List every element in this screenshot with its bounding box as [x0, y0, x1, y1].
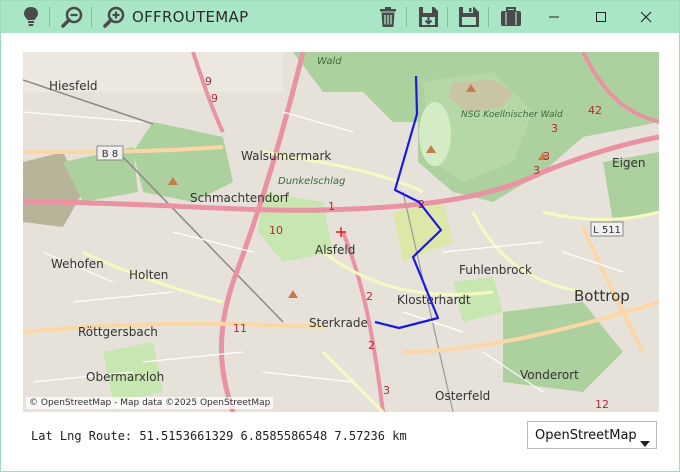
- minimize-button[interactable]: [531, 1, 577, 33]
- place-label: NSG Koellnischer Wald: [461, 110, 563, 120]
- place-label: Sterkrade: [309, 316, 368, 330]
- road-number: 3: [533, 164, 540, 177]
- chevron-down-icon: [640, 432, 650, 451]
- road-label: L 511: [593, 225, 621, 236]
- road-number: 2: [366, 290, 373, 303]
- place-label: Schmachtendorf: [190, 191, 290, 205]
- road-shield: L 511: [590, 221, 624, 237]
- toolbar-separator: [91, 7, 92, 27]
- zoom-out-icon[interactable]: [60, 5, 84, 29]
- place-label: Röttgersbach: [78, 325, 158, 339]
- maximize-button[interactable]: [578, 1, 624, 33]
- place-label: Vonderort: [520, 368, 579, 382]
- briefcase-icon[interactable]: [499, 5, 523, 29]
- place-label: Walsumermark: [241, 149, 331, 163]
- place-label: Wehofen: [51, 257, 104, 271]
- road-number: 3: [551, 122, 558, 135]
- road-number: 1: [328, 200, 335, 213]
- save-download-icon[interactable]: [417, 5, 441, 29]
- map-attribution[interactable]: © OpenStreetMap - Map data ©2025 OpenStr…: [26, 397, 274, 409]
- trash-icon[interactable]: [376, 5, 400, 29]
- road-number: 10: [269, 224, 283, 237]
- place-label: Dunkelschlag: [278, 176, 345, 187]
- road-number: 3: [543, 150, 550, 163]
- title-bar: OFFROUTEMAP: [1, 1, 679, 33]
- road-number: 9: [205, 75, 212, 88]
- road-label: B 8: [102, 149, 118, 160]
- road-number: 2: [368, 339, 375, 352]
- place-label: Obermarxloh: [86, 370, 164, 384]
- save-icon[interactable]: [457, 5, 481, 29]
- close-button[interactable]: [623, 1, 669, 33]
- zoom-in-icon[interactable]: [102, 5, 126, 29]
- toolbar-separator: [49, 7, 50, 27]
- place-label: Klosterhardt: [397, 293, 471, 307]
- toolbar-separator: [447, 7, 448, 27]
- road-number: 9: [211, 92, 218, 105]
- app-title: OFFROUTEMAP: [132, 8, 249, 26]
- road-number: 3: [383, 384, 390, 397]
- road-number: 11: [233, 322, 247, 335]
- tile-source-select[interactable]: OpenStreetMap: [527, 421, 657, 449]
- place-label: Bottrop: [574, 287, 630, 305]
- place-label: Hiesfeld: [49, 79, 98, 93]
- map-tiles: B 8 L 511 9 9 10 11 42 2 2 2 3 3 3 3 1 1…: [23, 52, 659, 412]
- place-label: Osterfeld: [435, 389, 490, 403]
- road-number: 12: [595, 398, 609, 411]
- app-window: OFFROUTEMAP B 8 L 511 9 9 10 11 42 2 2 2…: [0, 0, 680, 472]
- road-shield: B 8: [96, 145, 124, 161]
- road-number: 42: [588, 104, 602, 117]
- toolbar-separator: [406, 7, 407, 27]
- open-field: [419, 102, 451, 166]
- place-label: Alsfeld: [315, 243, 355, 257]
- lightbulb-icon[interactable]: [19, 5, 43, 29]
- toolbar-separator: [488, 7, 489, 27]
- place-label: Fuhlenbrock: [459, 263, 532, 277]
- map-view[interactable]: B 8 L 511 9 9 10 11 42 2 2 2 3 3 3 3 1 1…: [23, 52, 659, 412]
- status-text: Lat Lng Route: 51.5153661329 6.858558654…: [31, 429, 407, 443]
- tile-source-value: OpenStreetMap: [535, 428, 637, 443]
- place-label: Holten: [129, 268, 168, 282]
- place-label: Wald: [317, 56, 342, 67]
- place-label: Eigen: [612, 156, 646, 170]
